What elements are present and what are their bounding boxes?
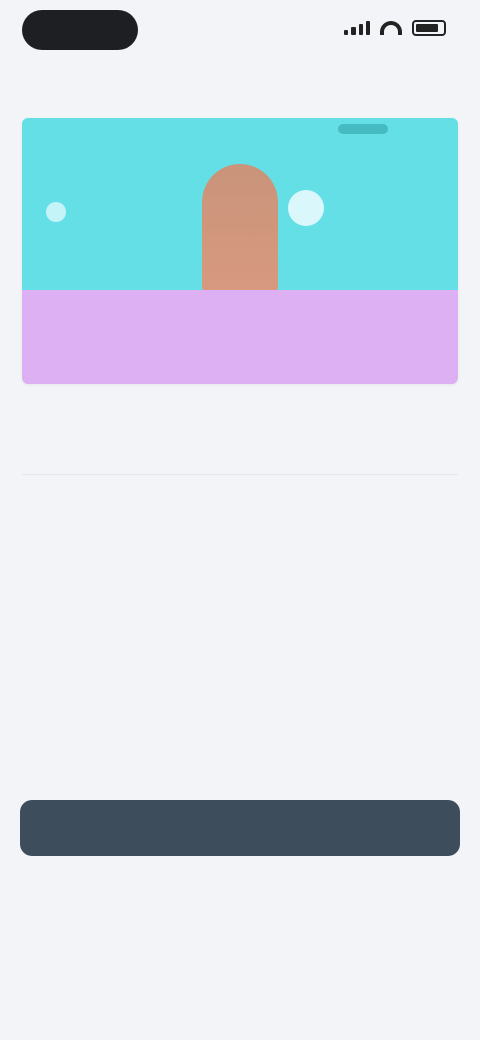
hero-illustration (22, 118, 458, 290)
hero-figure (202, 164, 278, 290)
sparkle-icon (46, 202, 66, 222)
signal-icon (344, 21, 370, 35)
dynamic-island (22, 10, 138, 50)
primary-button[interactable] (20, 800, 460, 856)
app-screen (0, 0, 480, 1040)
sparkle-icon (288, 190, 324, 226)
divider (22, 474, 458, 475)
hero-badge (338, 124, 388, 134)
status-bar (0, 0, 480, 64)
hero-card (22, 118, 458, 384)
hero-caption (22, 290, 458, 384)
wifi-icon (380, 21, 402, 35)
battery-icon (412, 20, 446, 36)
status-icons (344, 20, 446, 36)
